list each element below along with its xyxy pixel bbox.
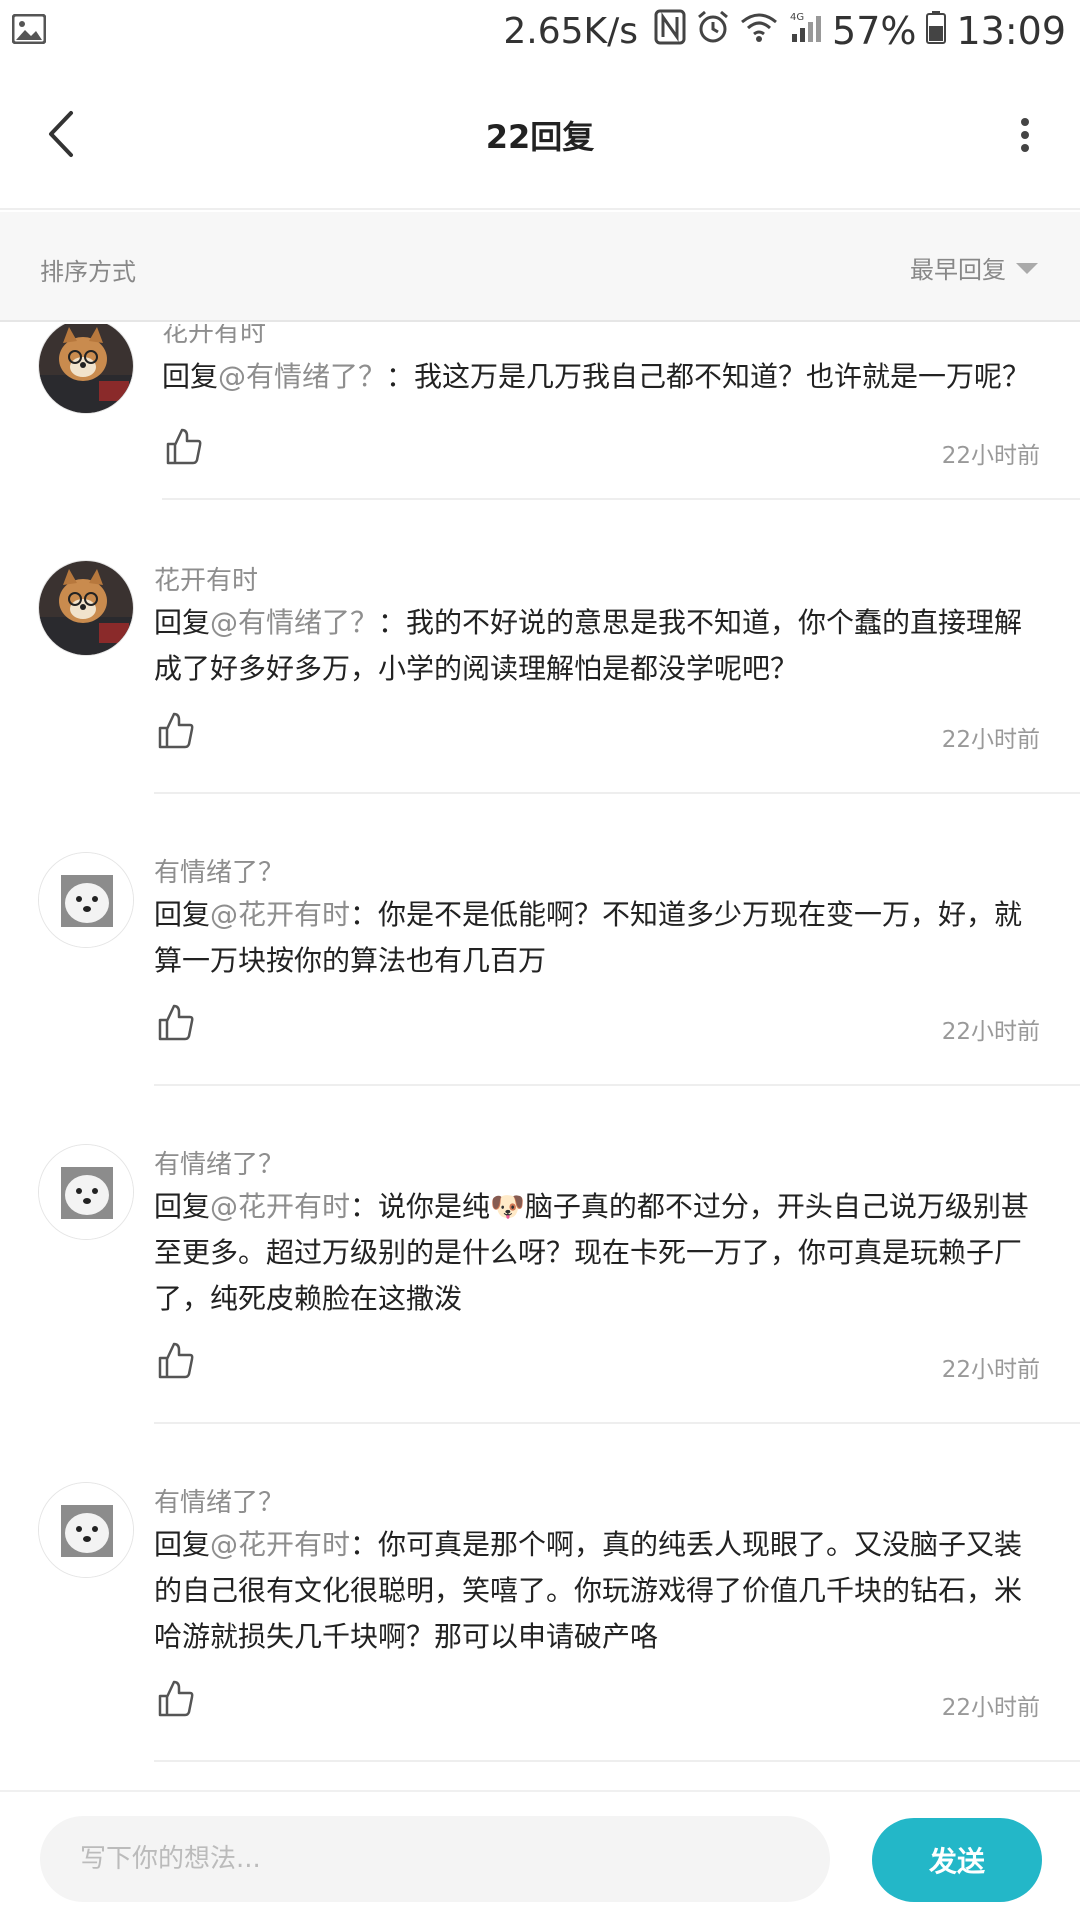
wifi-icon: [740, 9, 778, 53]
like-button[interactable]: [164, 426, 208, 470]
reply-list[interactable]: 花开有时 回复@有情绪了？：我这万是几万我自己都不知道？也许就是一万呢？ 22小…: [0, 324, 1080, 1790]
reply-username[interactable]: 有情绪了？: [154, 852, 284, 889]
clock: 13:09: [956, 9, 1066, 53]
reply-mention[interactable]: @有情绪了？: [210, 606, 378, 639]
dog-avatar-image: [39, 853, 133, 947]
reply-composer: 发送: [0, 1790, 1080, 1920]
page-title: 22回复: [485, 118, 595, 156]
sort-order-dropdown[interactable]: 最早回复: [910, 250, 1038, 285]
reply-mention[interactable]: @花开有时: [210, 1528, 350, 1561]
reply-prefix: 回复: [154, 898, 211, 931]
avatar-dog[interactable]: [38, 1482, 134, 1578]
more-vertical-icon: [1021, 118, 1029, 152]
network-speed: 2.65K/s: [503, 10, 639, 52]
sort-selected-value: 最早回复: [910, 256, 1006, 284]
like-button[interactable]: [156, 710, 200, 754]
network-type-label: 4G: [790, 12, 804, 23]
divider: [162, 498, 1080, 500]
reply-mention[interactable]: @花开有时: [210, 1190, 350, 1223]
reply-input[interactable]: [40, 1816, 830, 1902]
shiba-avatar-image: [39, 561, 133, 655]
reply-content: 回复@花开有时：你可真是那个啊，真的纯丢人现眼了。又没脑子又装的自己很有文化很聪…: [154, 1522, 1034, 1660]
gallery-notification-icon: [11, 13, 47, 45]
reply-prefix: 回复: [154, 606, 211, 639]
avatar-dog[interactable]: [38, 1144, 134, 1240]
thumbs-up-icon: [166, 428, 202, 465]
reply-username[interactable]: 有情绪了？: [154, 1482, 284, 1519]
thumbs-up-icon: [158, 712, 194, 749]
like-button[interactable]: [156, 1340, 200, 1384]
thumbs-up-icon: [158, 1004, 194, 1041]
signal-icon: 4G: [788, 9, 822, 53]
dog-avatar-image: [39, 1145, 133, 1239]
reply-content: 回复@花开有时：你是不是低能啊？不知道多少万现在变一万，好，就算一万块按你的算法…: [154, 892, 1034, 984]
avatar-shiba[interactable]: [38, 324, 134, 414]
thumbs-up-icon: [158, 1342, 194, 1379]
battery-icon: [926, 9, 947, 53]
shiba-avatar-image: [39, 324, 133, 413]
send-button[interactable]: 发送: [872, 1818, 1042, 1902]
reply-time: 22小时前: [941, 1695, 1040, 1721]
divider: [154, 792, 1080, 794]
reply-mention[interactable]: @花开有时: [210, 898, 350, 931]
thumbs-up-icon: [158, 1680, 194, 1717]
sort-label: 排序方式: [40, 258, 136, 286]
reply-time: 22小时前: [941, 1019, 1040, 1045]
reply-text: ：我这万是几万我自己都不知道？也许就是一万呢？: [386, 360, 1031, 393]
more-options-button[interactable]: [1010, 110, 1040, 160]
avatar-dog[interactable]: [38, 852, 134, 948]
like-button[interactable]: [156, 1002, 200, 1046]
reply-content: 回复@有情绪了？：我的不好说的意思是我不知道，你个蠢的直接理解成了好多好多万，小…: [154, 600, 1034, 692]
sort-bar: 排序方式 最早回复: [0, 212, 1080, 322]
reply-content: 回复@有情绪了？：我这万是几万我自己都不知道？也许就是一万呢？: [162, 354, 1042, 400]
reply-time: 22小时前: [941, 1357, 1040, 1383]
alarm-icon: [696, 9, 730, 54]
like-button[interactable]: [156, 1678, 200, 1722]
reply-username[interactable]: 花开有时: [162, 324, 266, 349]
avatar-shiba[interactable]: [38, 560, 134, 656]
battery-percent: 57%: [832, 9, 917, 53]
divider: [154, 1760, 1080, 1762]
dropdown-triangle-icon: [1016, 263, 1038, 274]
divider: [154, 1084, 1080, 1086]
reply-username[interactable]: 花开有时: [154, 560, 258, 597]
reply-time: 22小时前: [941, 727, 1040, 753]
reply-prefix: 回复: [162, 360, 219, 393]
dog-avatar-image: [39, 1483, 133, 1577]
reply-content: 回复@花开有时：说你是纯🐶脑子真的都不过分，开头自己说万级别甚至更多。超过万级别…: [154, 1184, 1034, 1322]
divider: [154, 1422, 1080, 1424]
reply-username[interactable]: 有情绪了？: [154, 1144, 284, 1181]
top-app-bar: 22回复: [0, 64, 1080, 210]
reply-prefix: 回复: [154, 1190, 211, 1223]
reply-mention[interactable]: @有情绪了？: [218, 360, 386, 393]
reply-prefix: 回复: [154, 1528, 211, 1561]
nfc-icon: [654, 9, 686, 54]
status-bar: 2.65K/s 4G 57% 13:09: [0, 0, 1080, 64]
reply-time: 22小时前: [941, 443, 1040, 469]
